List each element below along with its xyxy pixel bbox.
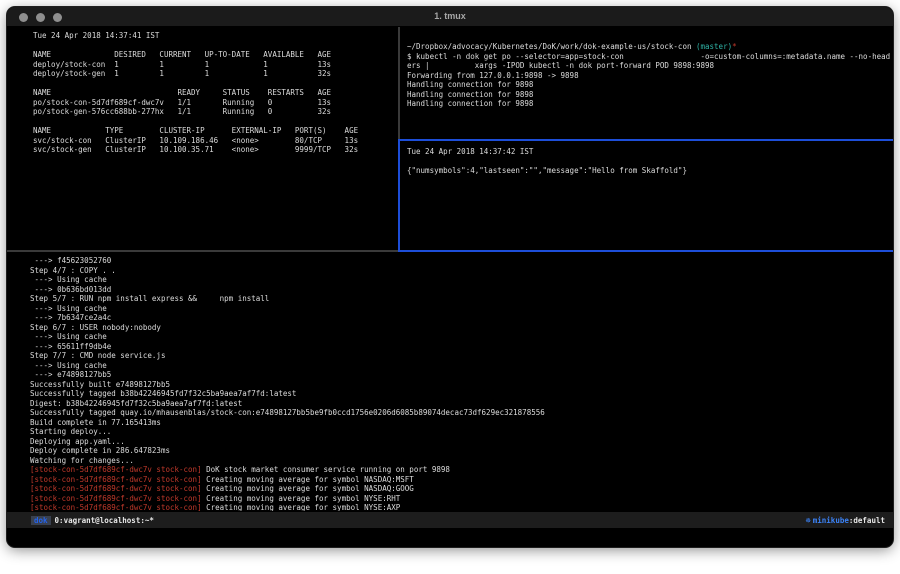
kube-cluster-name: minikube [813, 516, 849, 525]
pane-service-watch-active[interactable]: Tue 24 Apr 2018 14:37:42 IST {"numsymbol… [401, 144, 891, 249]
terminal-line: [stock-con-5d7df689cf-dwc7v stock-con] C… [30, 503, 891, 511]
terminal-window: 1. tmux Tue 24 Apr 2018 14:37:41 IST NAM… [7, 7, 893, 547]
tmux-session: Tue 24 Apr 2018 14:37:41 IST NAME DESIRE… [7, 27, 893, 547]
terminal-line: Step 6/7 : USER nobody:nobody [30, 323, 891, 333]
pane-port-forward[interactable]: ~/Dropbox/advocacy/Kubernetes/DoK/work/d… [401, 28, 891, 138]
terminal-line: ---> Using cache [30, 361, 891, 371]
pane-divider-horizontal-active-bottom [398, 250, 893, 252]
terminal-line: ---> 7b6347ce2a4c [30, 313, 891, 323]
terminal-line: Watching for changes... [30, 456, 891, 466]
pane-kubectl-watch[interactable]: Tue 24 Apr 2018 14:37:41 IST NAME DESIRE… [11, 28, 397, 249]
text-segment: [stock-con-5d7df689cf-dwc7v stock-con] [30, 484, 202, 493]
terminal-line: Successfully tagged quay.io/mhausenblas/… [30, 408, 891, 418]
terminal-line: Build complete in 77.165413ms [30, 418, 891, 428]
kubernetes-helm-icon: ☸ [806, 516, 811, 525]
pane-divider-vertical-active [398, 139, 400, 252]
terminal-line: ---> Using cache [30, 332, 891, 342]
text-segment: Creating moving average for symbol NYSE:… [202, 503, 401, 511]
text-segment: * [732, 42, 737, 51]
terminal-line: Forwarding from 127.0.0.1:9898 -> 9898 [407, 71, 891, 81]
text-segment: Creating moving average for symbol NASDA… [202, 484, 414, 493]
terminal-line: deploy/stock-gen 1 1 1 1 32s [33, 69, 397, 79]
terminal-line: ---> 65611ff9db4e [30, 342, 891, 352]
pane-divider-horizontal-active-top [400, 139, 893, 141]
terminal-line: Tue 24 Apr 2018 14:37:42 IST [407, 147, 891, 157]
terminal-line: ~/Dropbox/advocacy/Kubernetes/DoK/work/d… [407, 42, 891, 52]
terminal-line: Successfully built e74898127bb5 [30, 380, 891, 390]
pane-skaffold-build-log[interactable]: ---> f45623052760Step 4/7 : COPY . . ---… [11, 254, 891, 511]
text-segment: [stock-con-5d7df689cf-dwc7v stock-con] [30, 475, 202, 484]
kube-context-namespace: :default [849, 516, 885, 525]
terminal-line: ---> 0b636bd013dd [30, 285, 891, 295]
terminal-line: ers | xargs -IPOD kubectl -n dok port-fo… [407, 61, 891, 71]
text-segment: [stock-con-5d7df689cf-dwc7v stock-con] [30, 494, 202, 503]
terminal-line [33, 79, 397, 89]
terminal-line: ---> e74898127bb5 [30, 370, 891, 380]
terminal-line: {"numsymbols":4,"lastseen":"","message":… [407, 166, 891, 176]
terminal-line: Step 5/7 : RUN npm install express && np… [30, 294, 891, 304]
terminal-line: Handling connection for 9898 [407, 99, 891, 109]
terminal-line: [stock-con-5d7df689cf-dwc7v stock-con] C… [30, 475, 891, 485]
text-segment: [stock-con-5d7df689cf-dwc7v stock-con] [30, 465, 202, 474]
terminal-line [33, 117, 397, 127]
terminal-line: Handling connection for 9898 [407, 80, 891, 90]
terminal-line: svc/stock-con ClusterIP 10.109.186.46 <n… [33, 136, 397, 146]
terminal-line: NAME READY STATUS RESTARTS AGE [33, 88, 397, 98]
terminal-line: NAME DESIRED CURRENT UP-TO-DATE AVAILABL… [33, 50, 397, 60]
pane-divider-vertical-inactive [398, 27, 400, 139]
terminal-line: po/stock-gen-576cc688bb-277hx 1/1 Runnin… [33, 107, 397, 117]
text-segment: ~/Dropbox/advocacy/Kubernetes/DoK/work/d… [407, 42, 696, 51]
terminal-line: Successfully tagged b38b42246945fd7f32c5… [30, 389, 891, 399]
terminal-line: [stock-con-5d7df689cf-dwc7v stock-con] D… [30, 465, 891, 475]
text-segment: [stock-con-5d7df689cf-dwc7v stock-con] [30, 503, 202, 511]
terminal-line: ---> Using cache [30, 275, 891, 285]
text-segment: Creating moving average for symbol NASDA… [202, 475, 414, 484]
terminal-line: [stock-con-5d7df689cf-dwc7v stock-con] C… [30, 484, 891, 494]
terminal-line: Handling connection for 9898 [407, 90, 891, 100]
terminal-line: Tue 24 Apr 2018 14:37:41 IST [33, 31, 397, 41]
text-segment: (master) [696, 42, 732, 51]
titlebar[interactable]: 1. tmux [7, 7, 893, 27]
terminal-line: svc/stock-gen ClusterIP 10.100.35.71 <no… [33, 145, 397, 155]
window-title: 1. tmux [7, 11, 893, 21]
terminal-line: ---> Using cache [30, 304, 891, 314]
terminal-line: Deploy complete in 286.647823ms [30, 446, 891, 456]
terminal-line: ---> f45623052760 [30, 256, 891, 266]
session-name-badge[interactable]: dok [31, 516, 51, 525]
tmux-statusbar: dok 0:vagrant@localhost:~* ☸ minikube :d… [7, 512, 893, 528]
text-segment: DoK stock market consumer service runnin… [202, 465, 450, 474]
text-segment: Creating moving average for symbol NYSE:… [202, 494, 401, 503]
terminal-line: po/stock-con-5d7df689cf-dwc7v 1/1 Runnin… [33, 98, 397, 108]
active-window-tab[interactable]: 0:vagrant@localhost:~* [55, 516, 154, 525]
terminal-line: [stock-con-5d7df689cf-dwc7v stock-con] C… [30, 494, 891, 504]
terminal-line: Step 7/7 : CMD node service.js [30, 351, 891, 361]
terminal-line: Starting deploy... [30, 427, 891, 437]
terminal-line: deploy/stock-con 1 1 1 1 13s [33, 60, 397, 70]
pane-divider-horizontal-inactive [7, 250, 398, 252]
desktop-background: 1. tmux Tue 24 Apr 2018 14:37:41 IST NAM… [0, 0, 900, 574]
terminal-line: Deploying app.yaml... [30, 437, 891, 447]
terminal-line: Step 4/7 : COPY . . [30, 266, 891, 276]
terminal-line [33, 41, 397, 51]
terminal-line: Digest: b38b42246945fd7f32c5ba9aea7af7fd… [30, 399, 891, 409]
terminal-line: $ kubectl -n dok get po --selector=app=s… [407, 52, 891, 62]
terminal-line [407, 157, 891, 167]
terminal-line: NAME TYPE CLUSTER-IP EXTERNAL-IP PORT(S)… [33, 126, 397, 136]
